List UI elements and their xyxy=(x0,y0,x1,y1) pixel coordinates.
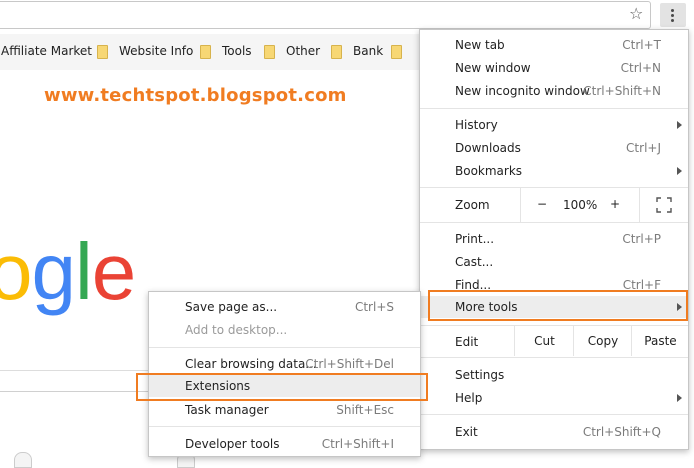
menu-item-save-page[interactable]: Save page as... Ctrl+S xyxy=(185,296,394,318)
paste-button[interactable]: Paste xyxy=(631,326,689,356)
menu-item-help[interactable]: Help xyxy=(455,387,661,409)
bookmark-other[interactable]: Other xyxy=(286,44,320,58)
clear-browsing-label: Clear browsing data... xyxy=(185,357,317,371)
chevron-right-icon xyxy=(677,394,682,402)
downloads-shortcut: Ctrl+J xyxy=(626,141,661,155)
settings-label: Settings xyxy=(455,368,505,382)
zoom-controls: − 100% + xyxy=(520,188,639,222)
folder-icon xyxy=(200,45,211,59)
help-label: Help xyxy=(455,391,483,405)
task-manager-label: Task manager xyxy=(185,403,269,417)
clear-browsing-shortcut: Ctrl+Shift+Del xyxy=(305,357,394,371)
menu-item-developer-tools[interactable]: Developer tools Ctrl+Shift+I xyxy=(185,433,394,455)
history-label: History xyxy=(455,118,498,132)
folder-icon xyxy=(331,45,342,59)
menu-item-new-tab[interactable]: New tab Ctrl+T xyxy=(455,34,661,56)
downloads-label: Downloads xyxy=(455,141,521,155)
menu-item-task-manager[interactable]: Task manager Shift+Esc xyxy=(185,399,394,421)
folder-icon xyxy=(97,45,108,59)
folder-icon xyxy=(264,45,275,59)
site-url-watermark: www.techtspot.blogspot.com xyxy=(44,85,347,106)
bookmark-website-info[interactable]: Website Info xyxy=(119,44,193,58)
menu-separator xyxy=(149,347,420,348)
menu-separator xyxy=(420,222,688,223)
logo-letter: o xyxy=(0,227,32,316)
fullscreen-button[interactable] xyxy=(639,188,689,222)
bookmarks-label: Bookmarks xyxy=(455,164,523,178)
menu-separator xyxy=(420,108,688,109)
zoom-row: Zoom − 100% + xyxy=(420,188,688,222)
fullscreen-icon xyxy=(656,197,672,213)
edit-label: Edit xyxy=(455,335,479,349)
dev-tools-shortcut: Ctrl+Shift+I xyxy=(321,437,394,451)
menu-item-cast[interactable]: Cast... xyxy=(455,251,661,273)
bookmark-bank[interactable]: Bank xyxy=(353,44,383,58)
folder-icon xyxy=(391,45,402,59)
new-tab-label: New tab xyxy=(455,38,505,52)
new-incognito-label: New incognito window xyxy=(455,84,590,98)
save-page-label: Save page as... xyxy=(185,300,278,314)
menu-item-new-incognito[interactable]: New incognito window Ctrl+Shift+N xyxy=(455,80,661,102)
menu-item-bookmarks[interactable]: Bookmarks xyxy=(455,160,661,182)
print-shortcut: Ctrl+P xyxy=(622,232,661,246)
shortcut-tile[interactable] xyxy=(14,452,32,468)
save-page-shortcut: Ctrl+S xyxy=(354,300,394,314)
zoom-in-button[interactable]: + xyxy=(610,197,620,211)
google-logo: ogle xyxy=(0,232,136,312)
menu-item-history[interactable]: History xyxy=(455,114,661,136)
menu-item-settings[interactable]: Settings xyxy=(455,364,661,386)
menu-item-downloads[interactable]: Downloads Ctrl+J xyxy=(455,137,661,159)
task-manager-shortcut: Shift+Esc xyxy=(336,403,394,417)
exit-label: Exit xyxy=(455,425,478,439)
new-window-label: New window xyxy=(455,61,531,75)
add-desktop-label: Add to desktop... xyxy=(185,323,288,337)
copy-button[interactable]: Copy xyxy=(573,326,632,356)
chevron-right-icon xyxy=(677,167,682,175)
zoom-label: Zoom xyxy=(455,198,490,212)
copy-label: Copy xyxy=(587,334,619,348)
more-tools-highlight xyxy=(428,290,688,321)
bookmark-tools[interactable]: Tools xyxy=(222,44,252,58)
new-incognito-shortcut: Ctrl+Shift+N xyxy=(583,84,661,98)
print-label: Print... xyxy=(455,232,495,246)
logo-letter: e xyxy=(91,227,136,316)
logo-letter: g xyxy=(31,227,76,316)
zoom-level: 100% xyxy=(563,198,598,212)
new-window-shortcut: Ctrl+N xyxy=(620,61,661,75)
address-bar[interactable] xyxy=(0,1,651,29)
chrome-main-menu: New tab Ctrl+T New window Ctrl+N New inc… xyxy=(419,29,689,450)
star-icon[interactable]: ☆ xyxy=(629,6,643,22)
menu-item-print[interactable]: Print... Ctrl+P xyxy=(455,228,661,250)
logo-letter: l xyxy=(75,227,93,316)
exit-shortcut: Ctrl+Shift+Q xyxy=(582,425,661,439)
search-area xyxy=(0,342,148,371)
edit-row: Edit Cut Copy Paste xyxy=(420,326,688,356)
new-tab-shortcut: Ctrl+T xyxy=(622,38,661,52)
bookmark-affiliate-market[interactable]: Affiliate Market xyxy=(1,44,92,58)
menu-item-exit[interactable]: Exit Ctrl+Shift+Q xyxy=(455,421,661,443)
zoom-out-button[interactable]: − xyxy=(537,197,547,211)
menu-separator xyxy=(420,357,688,358)
dev-tools-label: Developer tools xyxy=(185,437,280,451)
menu-item-clear-browsing-data[interactable]: Clear browsing data... Ctrl+Shift+Del xyxy=(185,353,394,375)
cut-button[interactable]: Cut xyxy=(514,326,574,356)
menu-item-new-window[interactable]: New window Ctrl+N xyxy=(455,57,661,79)
paste-label: Paste xyxy=(644,334,677,348)
menu-separator xyxy=(149,426,420,427)
extensions-highlight xyxy=(136,373,428,401)
cut-label: Cut xyxy=(534,334,555,348)
menu-separator xyxy=(420,414,688,415)
cast-label: Cast... xyxy=(455,255,494,269)
three-dots-menu-icon[interactable] xyxy=(660,3,686,27)
menu-item-add-to-desktop: Add to desktop... xyxy=(185,319,394,341)
chevron-right-icon xyxy=(677,121,682,129)
